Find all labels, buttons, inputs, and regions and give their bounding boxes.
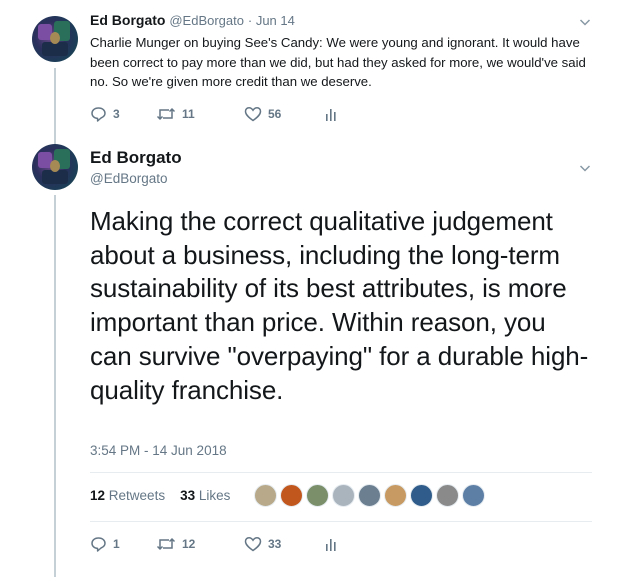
liker-avatar[interactable] [332,484,355,507]
reply-button[interactable]: 3 [90,106,156,122]
thread-connector [54,195,56,577]
avatar[interactable] [32,144,78,190]
tweet-actions: 1 12 33 [90,536,338,552]
author-name[interactable]: Ed Borgato [90,148,182,168]
retweet-icon [156,537,176,551]
chevron-down-icon[interactable] [579,162,591,174]
like-button[interactable]: 56 [244,106,324,122]
retweet-icon [156,107,176,121]
like-button[interactable]: 33 [244,536,324,552]
liker-avatar[interactable] [280,484,303,507]
analytics-button[interactable] [324,536,338,552]
liker-avatar[interactable] [306,484,329,507]
tweet-header: Ed Borgato @EdBorgato · Jun 14 [90,12,295,28]
liker-avatars [254,484,488,507]
likes-stat[interactable]: 33 Likes [180,488,230,503]
retweet-count: 11 [182,107,195,121]
reply-count: 3 [113,107,120,121]
author-handle[interactable]: @EdBorgato [90,171,168,186]
tweet-text: Making the correct qualitative judgement… [90,206,589,405]
reply-count: 1 [113,537,120,551]
liker-avatar[interactable] [462,484,485,507]
divider [90,521,592,522]
like-count: 56 [268,107,282,121]
author-handle[interactable]: @EdBorgato [169,13,244,28]
analytics-icon [326,109,336,121]
heart-icon [244,106,262,122]
tweet-timestamp[interactable]: 3:54 PM - 14 Jun 2018 [90,443,227,458]
heart-icon [244,536,262,552]
retweet-button[interactable]: 12 [156,536,244,552]
liker-avatar[interactable] [254,484,277,507]
retweet-count: 12 [182,537,196,551]
tweet-date[interactable]: · Jun 14 [248,13,295,28]
avatar[interactable] [32,16,78,62]
retweet-button[interactable]: 11 [156,106,244,122]
reply-icon [91,107,106,122]
liker-avatar[interactable] [436,484,459,507]
tweet-text: Charlie Munger on buying See's Candy: We… [90,35,586,89]
reply-button[interactable]: 1 [90,536,156,552]
retweets-stat[interactable]: 12 Retweets [90,488,165,503]
tweet-stats: 12 Retweets 33 Likes [90,488,230,503]
chevron-down-icon[interactable] [579,16,591,28]
liker-avatar[interactable] [410,484,433,507]
author-name[interactable]: Ed Borgato [90,12,165,28]
analytics-icon [326,539,336,551]
tweet-actions: 3 11 56 [90,106,338,122]
like-count: 33 [268,537,282,551]
divider [90,472,592,473]
thread-connector [54,68,56,146]
reply-icon [91,537,106,552]
liker-avatar[interactable] [384,484,407,507]
analytics-button[interactable] [324,106,338,122]
liker-avatar[interactable] [358,484,381,507]
